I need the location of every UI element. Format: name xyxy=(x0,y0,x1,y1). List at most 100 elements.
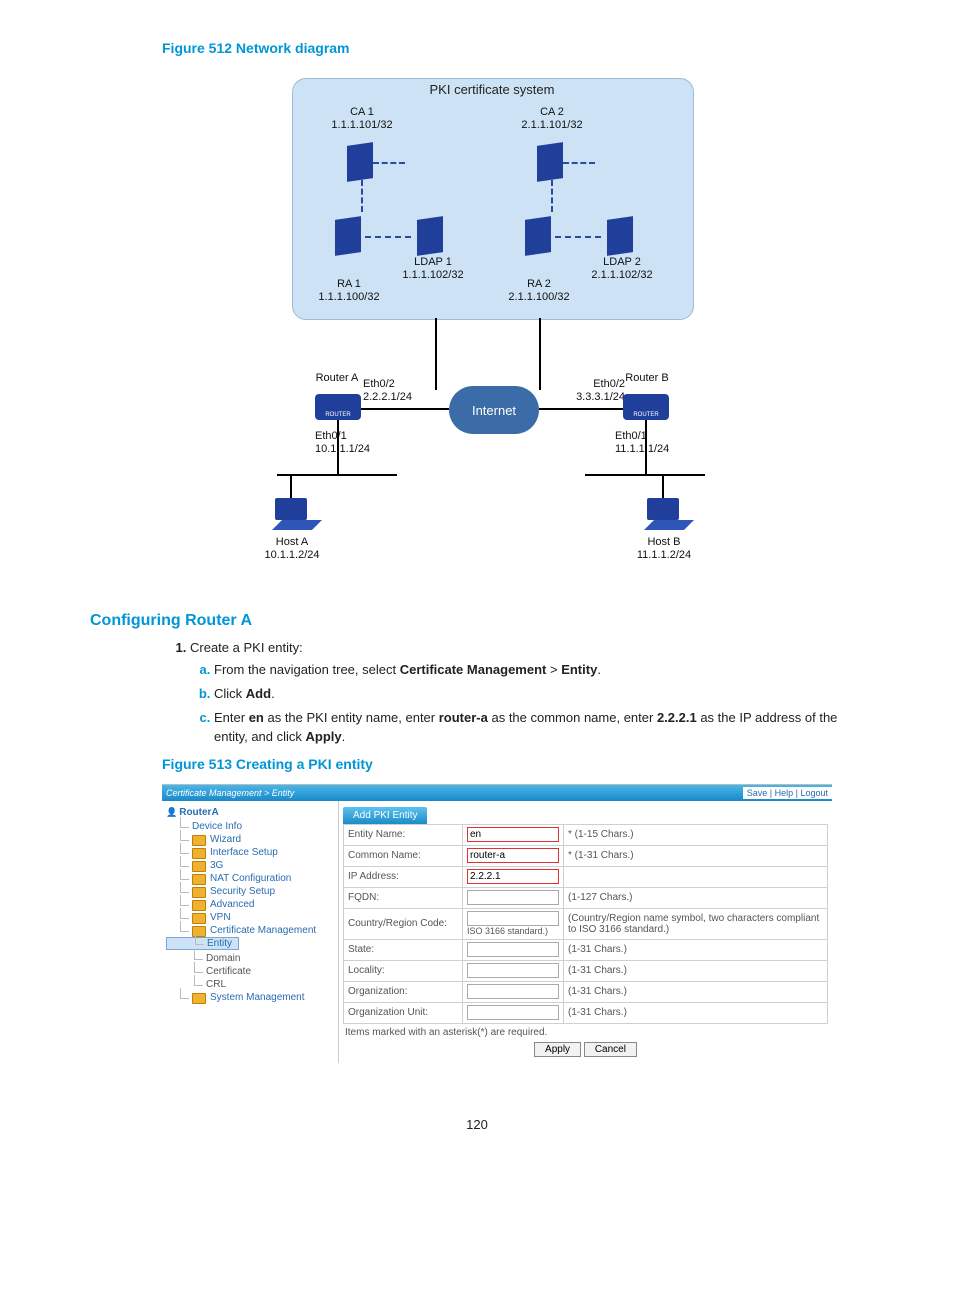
tree-vpn[interactable]: VPN xyxy=(166,911,338,924)
link-dashed xyxy=(551,180,553,212)
tree-security[interactable]: Security Setup xyxy=(166,885,338,898)
hosta-label: Host A 10.1.1.2/24 xyxy=(252,536,332,561)
state-hint: (1-31 Chars.) xyxy=(564,939,828,960)
cancel-button[interactable]: Cancel xyxy=(584,1042,637,1057)
link-line xyxy=(361,408,449,410)
step-1a: From the navigation tree, select Certifi… xyxy=(214,661,864,679)
locality-input[interactable] xyxy=(467,963,559,978)
host-base xyxy=(644,520,694,530)
tree-cert-mgmt[interactable]: Certificate Management xyxy=(166,924,338,937)
apply-button[interactable]: Apply xyxy=(534,1042,581,1057)
fqdn-input[interactable] xyxy=(467,890,559,905)
server-icon xyxy=(417,216,443,256)
tree-interface-setup[interactable]: Interface Setup xyxy=(166,846,338,859)
fqdn-hint: (1-127 Chars.) xyxy=(564,887,828,908)
tree-crl[interactable]: CRL xyxy=(166,978,338,991)
country-label: Country/Region Code: xyxy=(344,908,463,939)
ldap1-label: LDAP 1 1.1.1.102/32 xyxy=(393,256,473,281)
ca2-name: CA 2 xyxy=(540,106,564,118)
network-diagram: PKI certificate system CA 1 1.1.1.101/32… xyxy=(257,68,697,588)
device-root[interactable]: RouterA xyxy=(166,805,338,820)
tree-nat[interactable]: NAT Configuration xyxy=(166,872,338,885)
figure-513-title: Figure 513 Creating a PKI entity xyxy=(162,756,864,772)
link-dashed xyxy=(555,236,601,238)
tree-domain[interactable]: Domain xyxy=(166,952,338,965)
link-line xyxy=(337,420,339,474)
common-name-hint: * (1-31 Chars.) xyxy=(564,845,828,866)
link-line xyxy=(662,474,664,498)
routera-iface-in: Eth0/1 10.1.1.1/24 xyxy=(315,430,395,455)
figure-512-title: Figure 512 Network diagram xyxy=(162,40,864,56)
folder-icon xyxy=(192,874,206,885)
ra2-name: RA 2 xyxy=(527,278,551,290)
ldap2-addr: 2.1.1.102/32 xyxy=(591,269,652,281)
folder-icon xyxy=(192,835,206,846)
section-heading: Configuring Router A xyxy=(90,612,864,630)
tree-device-info[interactable]: Device Info xyxy=(166,820,338,833)
server-icon xyxy=(607,216,633,256)
folder-icon xyxy=(192,848,206,859)
router-icon xyxy=(315,394,361,420)
ca2-label: CA 2 2.1.1.101/32 xyxy=(512,106,592,131)
routera-iface-out: Eth0/2 2.2.2.1/24 xyxy=(363,378,443,403)
step-1-text: Create a PKI entity: xyxy=(190,640,303,655)
top-links[interactable]: Save | Help | Logout xyxy=(743,787,832,799)
server-icon xyxy=(537,142,563,182)
entity-name-input[interactable] xyxy=(467,827,559,842)
tab-add-pki-entity[interactable]: Add PKI Entity xyxy=(343,807,427,824)
tree-certificate[interactable]: Certificate xyxy=(166,965,338,978)
ui-screenshot: Certificate Management > Entity Save | H… xyxy=(162,784,832,1063)
link-line xyxy=(277,474,397,476)
folder-icon xyxy=(192,913,206,924)
entity-name-hint: * (1-15 Chars.) xyxy=(564,824,828,845)
folder-icon xyxy=(192,993,206,1004)
link-dashed xyxy=(373,162,405,164)
form-panel: Add PKI Entity Entity Name: * (1-15 Char… xyxy=(339,801,832,1063)
link-line xyxy=(585,474,705,476)
pki-system-label: PKI certificate system xyxy=(292,82,692,97)
link-line xyxy=(539,318,541,390)
ldap2-name: LDAP 2 xyxy=(603,256,641,268)
host-base xyxy=(272,520,322,530)
routerb-iface-out: Eth0/2 3.3.3.1/24 xyxy=(545,378,625,403)
router-icon xyxy=(623,394,669,420)
routerb-iface-in: Eth0/1 11.1.1.1/24 xyxy=(615,430,695,455)
ou-input[interactable] xyxy=(467,1005,559,1020)
step-1c: Enter en as the PKI entity name, enter r… xyxy=(214,709,864,745)
org-label: Organization: xyxy=(344,981,463,1002)
breadcrumb-bar: Certificate Management > Entity Save | H… xyxy=(162,785,832,801)
internet-cloud: Internet xyxy=(449,386,539,434)
ca1-addr: 1.1.1.101/32 xyxy=(331,119,392,131)
navigation-tree: RouterA Device Info Wizard Interface Set… xyxy=(162,801,339,1063)
tree-advanced[interactable]: Advanced xyxy=(166,898,338,911)
fqdn-label: FQDN: xyxy=(344,887,463,908)
host-icon xyxy=(275,498,307,520)
server-icon xyxy=(347,142,373,182)
link-dashed xyxy=(365,236,411,238)
server-icon xyxy=(525,216,551,256)
tree-wizard[interactable]: Wizard xyxy=(166,833,338,846)
ip-address-label: IP Address: xyxy=(344,866,463,887)
ra2-label: RA 2 2.1.1.100/32 xyxy=(499,278,579,303)
country-input[interactable] xyxy=(467,911,559,926)
state-input[interactable] xyxy=(467,942,559,957)
folder-icon xyxy=(192,861,206,872)
entity-name-label: Entity Name: xyxy=(344,824,463,845)
ca2-addr: 2.1.1.101/32 xyxy=(521,119,582,131)
country-hint: (Country/Region name symbol, two charact… xyxy=(564,908,828,939)
tree-3g[interactable]: 3G xyxy=(166,859,338,872)
common-name-input[interactable] xyxy=(467,848,559,863)
folder-icon xyxy=(192,900,206,911)
folder-icon xyxy=(192,887,206,898)
ca1-label: CA 1 1.1.1.101/32 xyxy=(322,106,402,131)
link-line xyxy=(645,420,647,474)
ra1-label: RA 1 1.1.1.100/32 xyxy=(309,278,389,303)
ldap1-name: LDAP 1 xyxy=(414,256,452,268)
org-input[interactable] xyxy=(467,984,559,999)
ra2-addr: 2.1.1.100/32 xyxy=(508,291,569,303)
ip-address-input[interactable] xyxy=(467,869,559,884)
ra1-name: RA 1 xyxy=(337,278,361,290)
ra1-addr: 1.1.1.100/32 xyxy=(318,291,379,303)
hostb-label: Host B 11.1.1.2/24 xyxy=(624,536,704,561)
tree-sysmgmt[interactable]: System Management xyxy=(166,991,338,1004)
